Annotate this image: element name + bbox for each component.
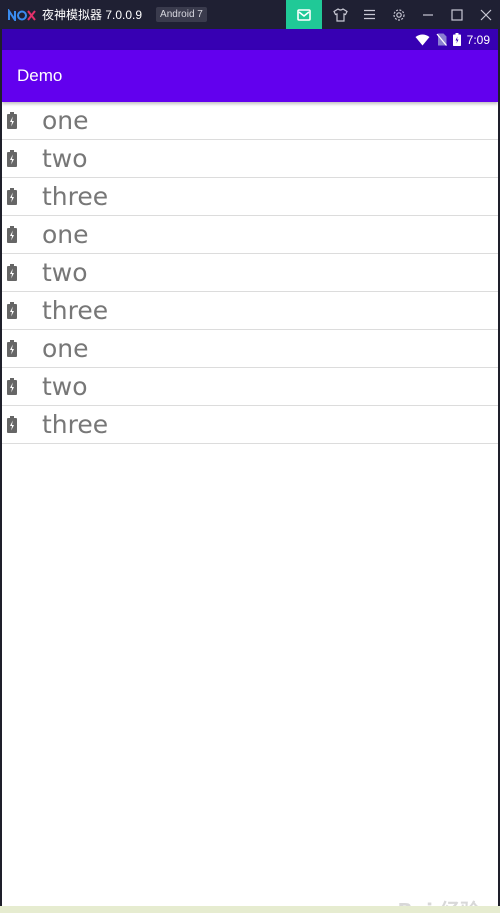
list-item[interactable]: three [2, 178, 498, 216]
mail-icon [297, 8, 311, 21]
maximize-icon [450, 8, 463, 21]
list-item-label: two [42, 258, 88, 287]
nox-logo-mark [8, 8, 36, 21]
battery-charging-icon [7, 111, 17, 129]
minimize-icon [422, 13, 433, 16]
emulator-window: 夜神模拟器 7.0.0.9 Android 7 7:09 Demo one tw… [0, 0, 500, 913]
list-item[interactable]: two [2, 140, 498, 178]
gear-icon [392, 8, 405, 21]
android-version-badge: Android 7 [156, 7, 207, 22]
minimize-button[interactable] [413, 0, 442, 29]
list-item[interactable]: two [2, 368, 498, 406]
list-item-label: one [42, 334, 89, 363]
emulator-controls [286, 0, 500, 29]
mail-button[interactable] [286, 0, 322, 29]
battery-charging-icon [7, 187, 17, 205]
battery-charging-icon [7, 339, 17, 357]
menu-icon [364, 9, 375, 20]
list-item-label: two [42, 372, 88, 401]
status-bar: 7:09 [2, 29, 498, 50]
list-item[interactable]: one [2, 330, 498, 368]
list-item-label: three [42, 296, 109, 325]
list-item[interactable]: three [2, 406, 498, 444]
battery-charging-icon [7, 377, 17, 395]
list-item[interactable]: one [2, 102, 498, 140]
battery-charging-icon [7, 263, 17, 281]
list-item[interactable]: one [2, 216, 498, 254]
settings-button[interactable] [384, 0, 413, 29]
list-item-label: three [42, 410, 109, 439]
battery-icon [452, 33, 461, 46]
list-view[interactable]: one two three one two three one two thre… [2, 102, 498, 444]
list-item[interactable]: two [2, 254, 498, 292]
close-button[interactable] [471, 0, 500, 29]
menu-button[interactable] [355, 0, 384, 29]
battery-charging-icon [7, 301, 17, 319]
watermark: Bai 经验 [397, 895, 480, 906]
no-sim-icon [436, 33, 447, 46]
battery-charging-icon [7, 149, 17, 167]
list-item-label: two [42, 144, 88, 173]
app-bar: Demo [2, 50, 498, 102]
list-item-label: one [42, 106, 89, 135]
wifi-icon [415, 34, 430, 46]
nox-logo [8, 8, 36, 21]
close-icon [480, 9, 491, 20]
battery-charging-icon [7, 415, 17, 433]
battery-charging-icon [7, 225, 17, 243]
shirt-icon [333, 7, 348, 22]
skin-button[interactable] [326, 0, 355, 29]
emulator-title: 夜神模拟器 7.0.0.9 [42, 8, 143, 22]
list-item-label: one [42, 220, 89, 249]
list-item-label: three [42, 182, 109, 211]
bottom-strip [0, 906, 500, 913]
app-title: Demo [17, 66, 63, 85]
maximize-button[interactable] [442, 0, 471, 29]
status-time: 7:09 [466, 32, 490, 47]
emulator-title-bar: 夜神模拟器 7.0.0.9 Android 7 [0, 0, 500, 29]
list-item[interactable]: three [2, 292, 498, 330]
device-screen: 7:09 Demo one two three one two three on… [2, 29, 498, 906]
